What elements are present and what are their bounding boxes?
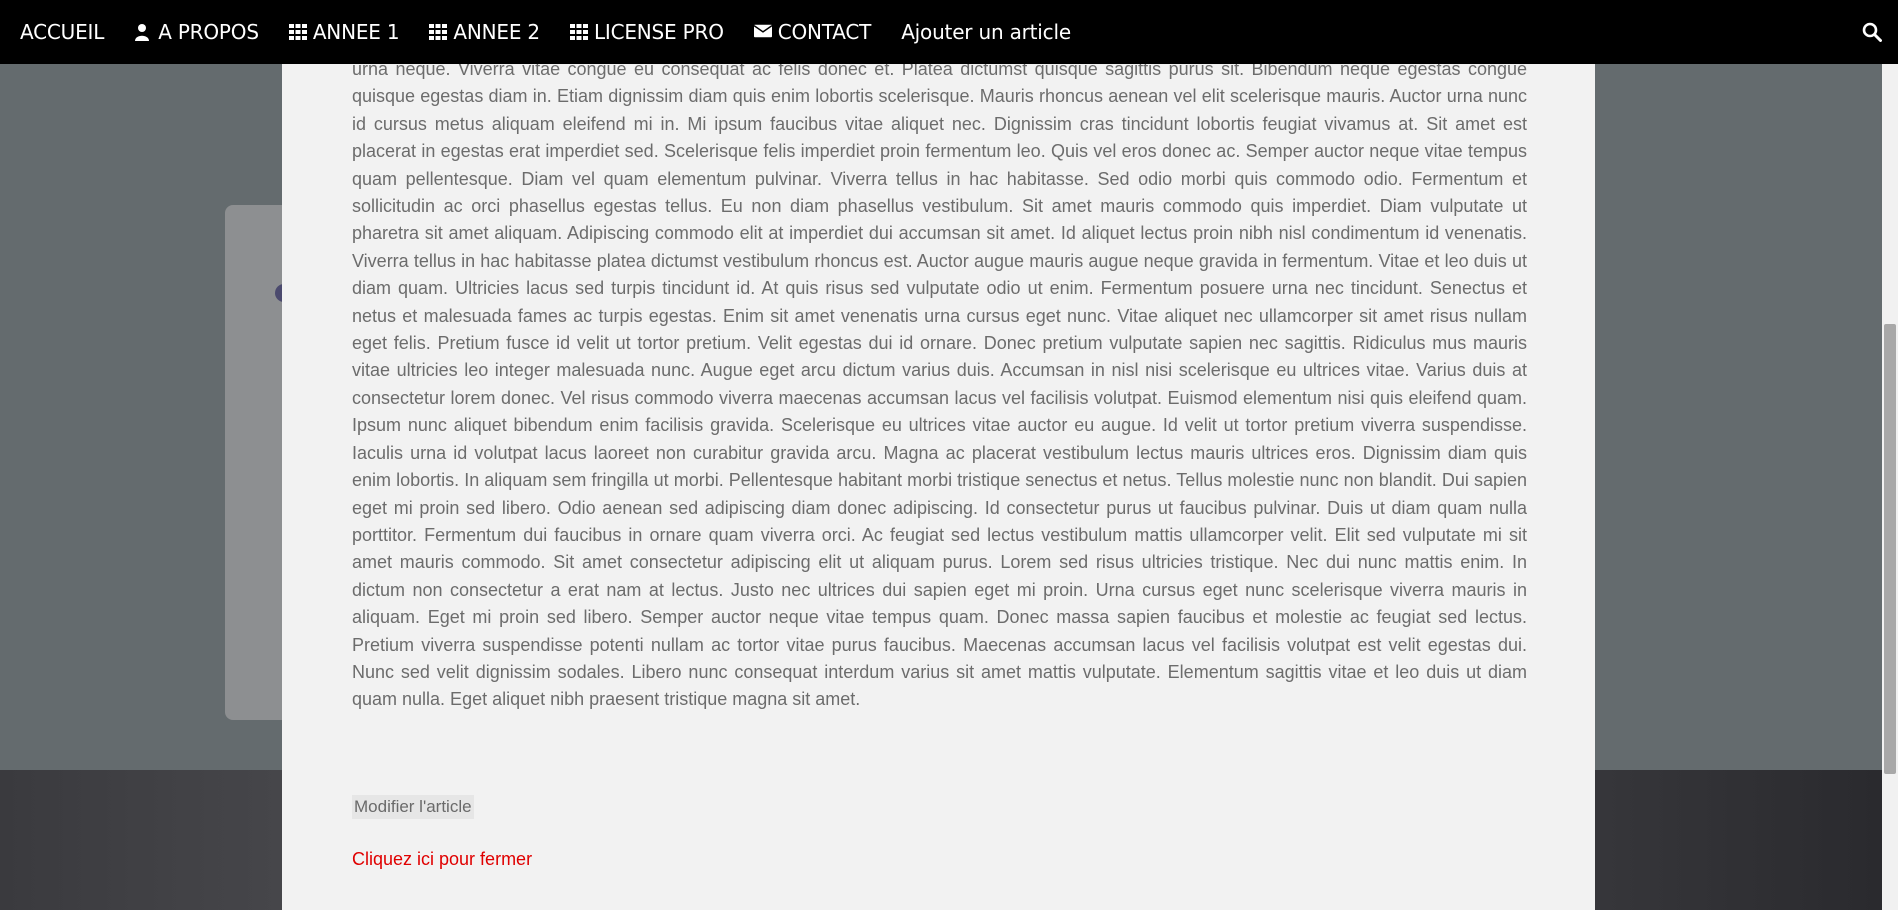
edit-article-button[interactable]: Modifier l'article <box>352 795 474 819</box>
nav-item-a-propos[interactable]: A PROPOS <box>134 20 269 44</box>
nav-item-label: ANNEE 1 <box>312 20 400 44</box>
page-scrollbar[interactable] <box>1882 64 1898 910</box>
nav-item-ajouter-article[interactable]: Ajouter un article <box>901 20 1081 44</box>
grid-icon <box>429 23 448 41</box>
nav-item-annee-2[interactable]: ANNEE 2 <box>429 20 550 44</box>
nav-item-license-pro[interactable]: LICENSE PRO <box>569 20 734 44</box>
nav-item-label: A PROPOS <box>158 20 259 44</box>
nav-item-label: ACCUEIL <box>20 20 105 44</box>
nav-item-accueil[interactable]: ACCUEIL <box>20 20 114 44</box>
scrollbar-thumb[interactable] <box>1884 324 1896 774</box>
search-icon[interactable] <box>1862 22 1882 42</box>
close-modal-link[interactable]: Cliquez ici pour fermer <box>352 849 532 870</box>
grid-icon <box>569 23 588 41</box>
envelope-icon <box>753 23 772 41</box>
user-icon <box>134 23 152 41</box>
nav-item-label: ANNEE 2 <box>453 20 540 44</box>
grid-icon <box>288 23 307 41</box>
nav-item-contact[interactable]: CONTACT <box>753 20 881 44</box>
top-navbar: ACCUEIL A PROPOS ANNEE 1 ANNEE 2 LICENSE… <box>0 0 1898 64</box>
nav-item-label: Ajouter un article <box>901 20 1071 44</box>
nav-item-label: LICENSE PRO <box>593 20 724 44</box>
article-body: urna neque. Viverra vitae congue eu cons… <box>352 59 1527 710</box>
article-modal: urna neque. Viverra vitae congue eu cons… <box>282 56 1595 910</box>
nav-item-label: CONTACT <box>777 20 872 44</box>
nav-item-annee-1[interactable]: ANNEE 1 <box>288 20 410 44</box>
